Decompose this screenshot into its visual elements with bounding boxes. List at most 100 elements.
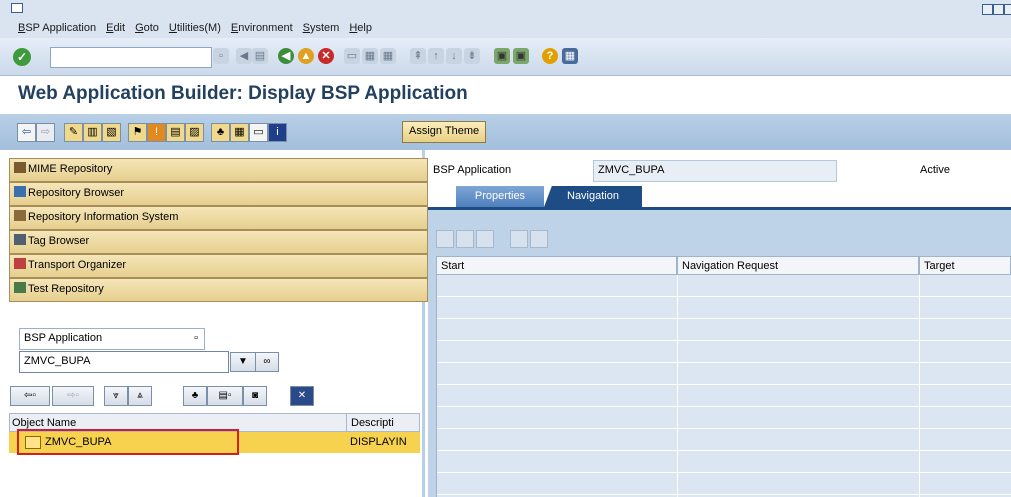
menu-system[interactable]: System [303,22,340,34]
next-object-icon[interactable]: ⇨▫ [52,386,94,406]
command-history-icon[interactable]: ▫ [213,48,229,64]
column-divider [346,414,347,431]
menu-utilities[interactable]: Utilities(M) [169,22,221,34]
enter-icon[interactable]: ✓ [13,48,31,66]
cancel-icon[interactable]: ✕ [318,48,334,64]
delete-row-icon[interactable] [530,230,548,248]
copy-icon[interactable] [476,230,494,248]
tag-browser-icon [14,234,26,245]
hierarchy-icon [14,186,26,197]
object-type-select[interactable]: BSP Application ▫ [19,328,205,350]
repository-browser-button[interactable]: Repository Browser [9,182,428,206]
test-repository-label: Test Repository [28,283,104,295]
dropdown-icon[interactable]: ▫ [194,329,198,348]
save-icon[interactable]: ▤ [252,48,268,64]
column-divider [677,275,678,497]
page-title: Web Application Builder: Display BSP App… [18,83,468,104]
application-toolbar: ⇦ ⇨ ✎ ▥ ▧ ⚑ ! ▤ ▨ ♣ ▦ ▭ i Assign Theme [0,114,1011,150]
navigation-request-column-header[interactable]: Navigation Request [677,256,919,275]
refresh-icon[interactable]: ▤▫ [207,386,243,406]
menu-goto[interactable]: Goto [135,22,159,34]
bsp-application-value: ZMVC_BUPA [598,164,665,176]
print-icon[interactable]: ▭ [344,48,360,64]
menu-edit[interactable]: Edit [106,22,125,34]
object-name-input[interactable]: ZMVC_BUPA [19,351,229,373]
table-row-line [437,296,1011,297]
object-name-value: ZMVC_BUPA [24,355,91,367]
activate-icon[interactable]: ⚑ [128,123,147,142]
display-glasses-icon[interactable]: ∞ [255,352,279,372]
hierarchy-icon[interactable]: ♣ [183,386,207,406]
info-icon[interactable]: i [268,123,287,142]
mime-repository-icon [14,162,26,173]
display-change-icon[interactable]: ✎ [64,123,83,142]
menu-bar: BSP Application Edit Goto Utilities(M) E… [0,0,1011,38]
find-icon[interactable]: ▦ [362,48,378,64]
insert-row-icon[interactable] [456,230,474,248]
table-row-line [437,340,1011,341]
repository-information-system-button[interactable]: Repository Information System [9,206,428,230]
assign-theme-button[interactable]: Assign Theme [402,121,487,143]
find-next-icon[interactable]: ▦ [380,48,396,64]
tab-properties[interactable]: Properties [456,186,544,207]
mime-repository-button[interactable]: MIME Repository [9,158,428,182]
tag-browser-label: Tag Browser [28,235,90,247]
collapse-icon[interactable]: ⩔ [104,386,128,406]
navigation-window-icon[interactable]: ▦ [230,123,249,142]
close-icon[interactable]: ✕ [290,386,314,406]
other-object-icon[interactable]: ▥ [83,123,102,142]
tag-browser-button[interactable]: Tag Browser [9,230,428,254]
table-row-line [437,406,1011,407]
bsp-application-label: BSP Application [433,164,512,176]
test-repository-icon [14,282,26,293]
create-session-icon[interactable]: ▣ [494,48,510,64]
transport-organizer-button[interactable]: Transport Organizer [9,254,428,278]
expand-icon[interactable]: ⩓ [128,386,152,406]
shortcut-icon[interactable]: ▣ [513,48,529,64]
forward-arrow-icon[interactable]: ⇨ [36,123,55,142]
save-list-icon[interactable]: ◙ [243,386,267,406]
table-row-line [437,384,1011,385]
layout-menu-icon[interactable]: ▦ [562,48,578,64]
target-column-header[interactable]: Target [919,256,1011,275]
table-row-line [437,362,1011,363]
test-repository-button[interactable]: Test Repository [9,278,428,302]
start-column-header[interactable]: Start [436,256,677,275]
menu-items: BSP Application Edit Goto Utilities(M) E… [18,22,382,34]
check-icon[interactable]: ▧ [102,123,121,142]
test-icon[interactable]: ! [147,123,166,142]
description-column[interactable]: Descripti [351,417,394,429]
back-arrow-icon[interactable]: ◀ [236,48,252,64]
cut-icon[interactable] [436,230,454,248]
first-page-icon[interactable]: ⇞ [410,48,426,64]
table-row-line [437,318,1011,319]
exit-icon[interactable]: ▲ [298,48,314,64]
object-list-icon[interactable]: ▨ [185,123,204,142]
minimize-icon[interactable] [982,4,993,15]
paste-icon[interactable] [510,230,528,248]
mime-repository-label: MIME Repository [28,163,113,175]
last-page-icon[interactable]: ⇟ [464,48,480,64]
chevron-down-icon[interactable]: ▼ [230,352,256,372]
menu-help[interactable]: Help [349,22,372,34]
where-used-icon[interactable]: ▤ [166,123,185,142]
menu-environment[interactable]: Environment [231,22,293,34]
sap-window-icon[interactable] [11,3,23,13]
command-field[interactable] [50,47,212,68]
selection-highlight-frame [17,429,239,455]
back-forward-icon[interactable]: ⇦▫ [10,386,50,406]
object-name-column[interactable]: Object Name [12,417,76,429]
tab-navigation[interactable]: Navigation [544,186,642,207]
bsp-application-field: ZMVC_BUPA [593,160,837,182]
description-cell: DISPLAYIN [350,436,407,448]
close-window-icon[interactable] [1004,4,1011,15]
back-icon[interactable]: ◀ [278,48,294,64]
menu-bsp-application[interactable]: BSP Application [18,22,96,34]
fullscreen-icon[interactable]: ▭ [249,123,268,142]
next-page-icon[interactable]: ↓ [446,48,462,64]
previous-page-icon[interactable]: ↑ [428,48,444,64]
help-icon[interactable]: ? [542,48,558,64]
maximize-icon[interactable] [993,4,1004,15]
hierarchy-icon[interactable]: ♣ [211,123,230,142]
back-arrow-icon[interactable]: ⇦ [17,123,36,142]
